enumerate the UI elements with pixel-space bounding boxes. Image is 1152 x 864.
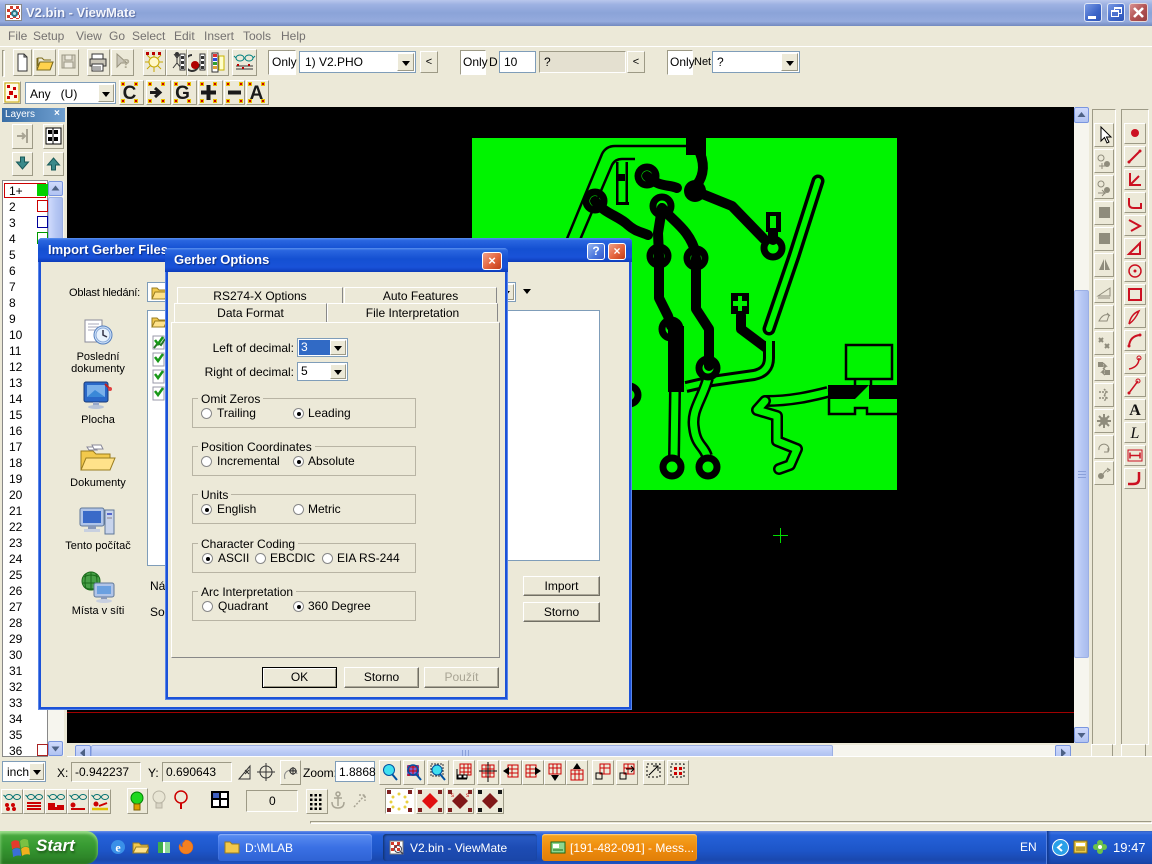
- svg-text:s: s: [451, 793, 454, 799]
- svg-text:A: A: [1129, 402, 1141, 419]
- svg-text:C: C: [123, 83, 137, 104]
- svg-text:e: e: [115, 841, 121, 855]
- svg-text:?: ?: [122, 56, 130, 71]
- svg-text:L: L: [1130, 425, 1140, 442]
- svg-text:s: s: [466, 793, 469, 799]
- svg-text:A: A: [250, 83, 264, 104]
- svg-text:G: G: [175, 83, 190, 104]
